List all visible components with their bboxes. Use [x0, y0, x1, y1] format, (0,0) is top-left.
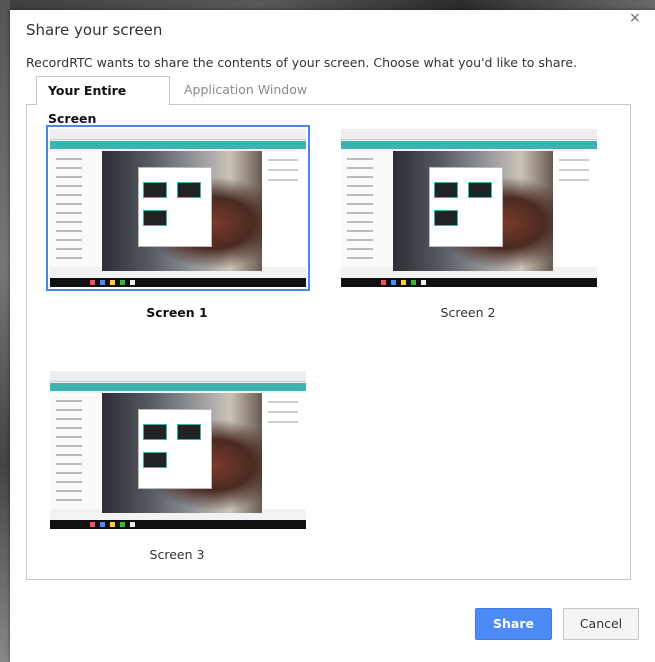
dialog-description: RecordRTC wants to share the contents of…	[26, 55, 578, 70]
share-button[interactable]: Share	[475, 608, 552, 640]
close-icon[interactable]: ×	[629, 10, 641, 26]
screen-label: Screen 2	[440, 305, 496, 320]
background-desktop-edge	[0, 0, 10, 662]
screen-thumbnail	[50, 129, 306, 287]
screen-thumbnail-frame	[46, 367, 310, 533]
screen-label: Screen 1	[146, 305, 208, 320]
screen-thumbnail-frame	[46, 125, 310, 291]
screen-list-panel: Screen 1 Screen 2 Screen 3	[26, 104, 631, 580]
screen-option-2[interactable]: Screen 2	[337, 125, 599, 320]
tab-entire-screen[interactable]: Your Entire Screen	[36, 76, 170, 126]
screen-thumbnail	[341, 129, 597, 287]
screen-thumbnail	[50, 371, 306, 529]
tab-application-window[interactable]: Application Window	[173, 76, 318, 105]
screen-label: Screen 3	[149, 547, 205, 562]
cancel-button[interactable]: Cancel	[563, 608, 639, 640]
screen-option-3[interactable]: Screen 3	[46, 367, 308, 562]
screen-option-1[interactable]: Screen 1	[46, 125, 310, 320]
screen-thumbnail-frame	[337, 125, 601, 291]
dialog-title: Share your screen	[26, 21, 163, 39]
